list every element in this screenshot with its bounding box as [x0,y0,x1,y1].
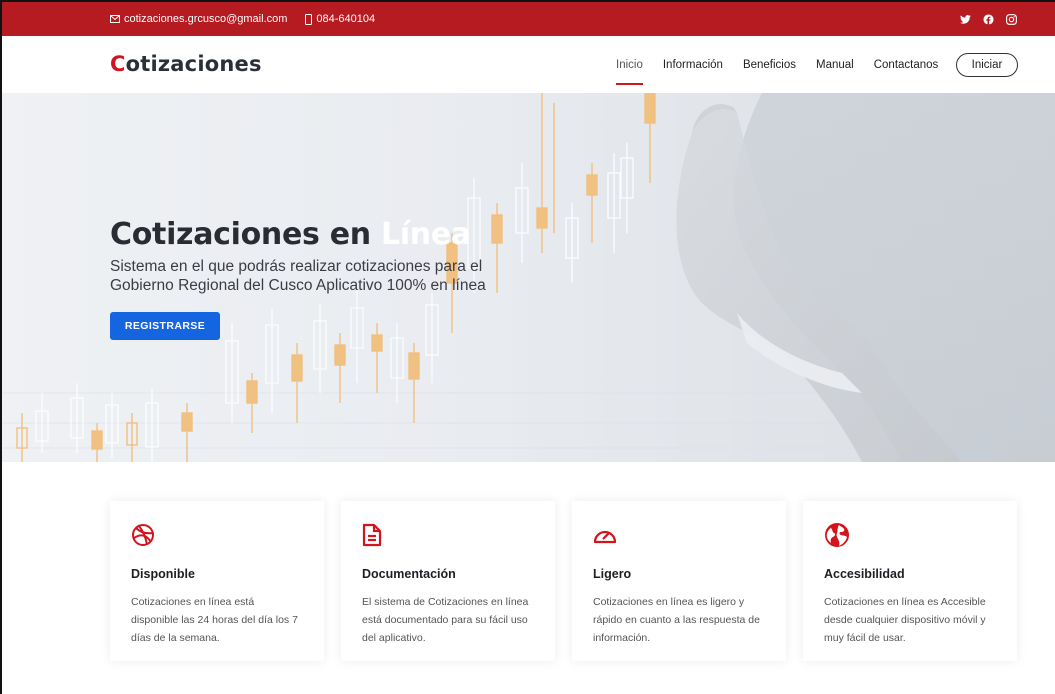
contact-info: cotizaciones.grcusco@gmail.com 084-64010… [110,2,375,36]
nav-contactanos[interactable]: Contactanos [874,53,939,77]
hero-subtitle: Sistema en el que podrás realizar cotiza… [110,258,486,294]
top-bar: cotizaciones.grcusco@gmail.com 084-64010… [2,2,1055,36]
feature-text: Cotizaciones en línea está disponible la… [131,596,298,644]
feature-text: Cotizaciones en línea es Accesible desde… [824,596,986,644]
speedometer-icon [593,521,765,549]
facebook-icon[interactable] [983,13,994,25]
main-nav: Inicio Información Beneficios Manual Con… [616,36,938,93]
login-button[interactable]: Iniciar [956,53,1018,77]
hero-title-accent: Línea [381,217,471,252]
phone-contact[interactable]: 084-640104 [305,13,375,25]
social-links [960,2,1017,36]
email-text: cotizaciones.grcusco@gmail.com [124,13,288,25]
feature-card-documentacion: Documentación El sistema de Cotizaciones… [341,501,555,661]
logo-initial: C [110,52,126,76]
document-icon [362,521,534,549]
twitter-icon[interactable] [960,14,971,24]
mail-icon [110,15,120,23]
globe-icon [824,521,996,549]
feature-card-disponible: Disponible Cotizaciones en línea está di… [110,501,324,661]
feature-text: El sistema de Cotizaciones en línea está… [362,596,529,644]
register-button[interactable]: REGISTRARSE [110,312,220,340]
nav-inicio[interactable]: Inicio [616,53,643,85]
feature-card-accesibilidad: Accesibilidad Cotizaciones en línea es A… [803,501,1017,661]
main-header: Cotizaciones Inicio Información Benefici… [2,36,1055,93]
hero-title-main: Cotizaciones en [110,217,381,252]
feature-text: Cotizaciones en línea es ligero y rápido… [593,596,760,644]
feature-title: Documentación [362,567,456,581]
instagram-icon[interactable] [1006,13,1017,25]
phone-text: 084-640104 [316,13,376,25]
hero-title: Cotizaciones en Línea [110,217,471,252]
feature-title: Disponible [131,567,195,581]
page-frame: cotizaciones.grcusco@gmail.com 084-64010… [0,0,1055,694]
feature-title: Ligero [593,567,632,581]
dribbble-icon [131,521,303,549]
logo-text: otizaciones [125,52,262,76]
email-contact[interactable]: cotizaciones.grcusco@gmail.com [110,13,287,25]
features-section: Disponible Cotizaciones en línea está di… [110,501,1018,661]
site-logo[interactable]: Cotizaciones [110,52,262,76]
hero-section: Cotizaciones en Línea Sistema en el que … [2,93,1055,462]
phone-icon [305,13,313,25]
nav-beneficios[interactable]: Beneficios [743,53,796,77]
feature-card-ligero: Ligero Cotizaciones en línea es ligero y… [572,501,786,661]
nav-informacion[interactable]: Información [663,53,723,77]
feature-title: Accesibilidad [824,567,905,581]
nav-manual[interactable]: Manual [816,53,854,77]
